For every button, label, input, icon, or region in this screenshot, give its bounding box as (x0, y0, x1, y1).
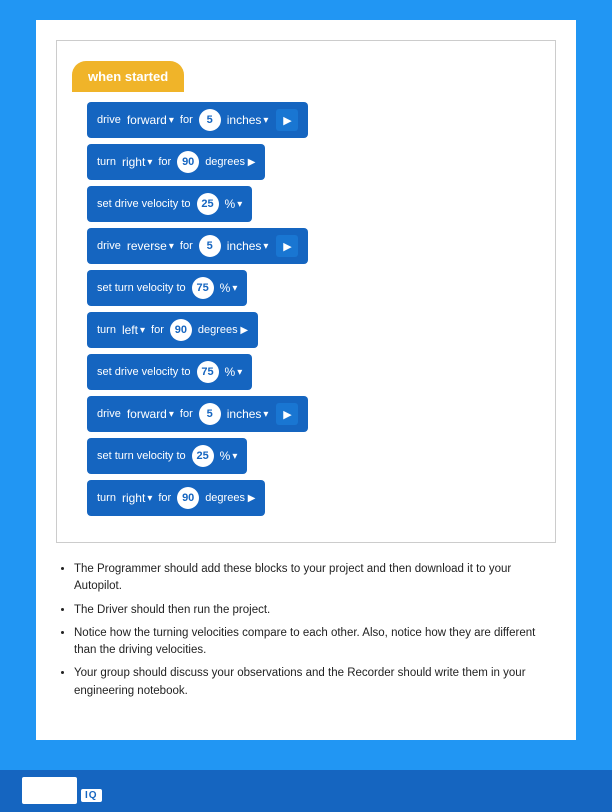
block-row-8: drive forward for 5 inches ▶ (72, 396, 535, 432)
set-turn-vel-block-1[interactable]: set turn velocity to 75 % (87, 270, 247, 306)
bullet-1: The Programmer should add these blocks t… (74, 561, 556, 596)
set-drive-vel-block-2[interactable]: set drive velocity to 75 % (87, 354, 252, 390)
vex-logo: VEXIQ (18, 778, 102, 804)
play-btn-2[interactable]: ▶ (276, 235, 298, 257)
block-row-5: set turn velocity to 75 % (72, 270, 535, 306)
turn-right-block[interactable]: turn right for 90 degrees (87, 144, 265, 180)
val-75-1: 75 (192, 277, 214, 299)
pct-dropdown-1[interactable]: % (225, 197, 243, 211)
block-row-10: turn right for 90 degrees (72, 480, 535, 516)
turn-label-2: turn (97, 324, 116, 336)
val-90-2: 90 (170, 319, 192, 341)
degrees-label-1: degrees (205, 156, 255, 168)
drive-label: drive (97, 114, 121, 126)
for-label-5: for (180, 408, 193, 420)
turn-left-block[interactable]: turn left for 90 degrees (87, 312, 258, 348)
for-label-1: for (180, 114, 193, 126)
direction-dropdown-2[interactable]: reverse (127, 239, 174, 253)
degrees-label-3: degrees (205, 492, 255, 504)
play-btn-1[interactable]: ▶ (276, 109, 298, 131)
pct-dropdown-3[interactable]: % (225, 365, 243, 379)
unit-dropdown-2[interactable]: inches (227, 239, 269, 253)
bullet-4: Your group should discuss your observati… (74, 665, 556, 700)
val-5-3: 5 (199, 403, 221, 425)
block-row-4: drive reverse for 5 inches ▶ (72, 228, 535, 264)
block-row-6: turn left for 90 degrees (72, 312, 535, 348)
main-page: when started drive forward for 5 inches … (36, 20, 576, 740)
info-list: The Programmer should add these blocks t… (56, 561, 556, 700)
pct-dropdown-2[interactable]: % (220, 281, 238, 295)
val-5-1: 5 (199, 109, 221, 131)
play-btn-3[interactable]: ▶ (276, 403, 298, 425)
val-90-1: 90 (177, 151, 199, 173)
block-row-1: drive forward for 5 inches ▶ (72, 102, 535, 138)
drive-forward-block-2[interactable]: drive forward for 5 inches ▶ (87, 396, 308, 432)
drive-label-2: drive (97, 240, 121, 252)
val-75-2: 75 (197, 361, 219, 383)
for-label-2: for (158, 156, 171, 168)
direction-dropdown-1[interactable]: forward (127, 113, 174, 127)
degrees-label-2: degrees (198, 324, 248, 336)
for-label-3: for (180, 240, 193, 252)
set-drive-vel-block-1[interactable]: set drive velocity to 25 % (87, 186, 252, 222)
for-label-6: for (158, 492, 171, 504)
block-row-3: set drive velocity to 25 % (72, 186, 535, 222)
for-label-4: for (151, 324, 164, 336)
when-started-row: when started (72, 61, 535, 96)
block-row-2: turn right for 90 degrees (72, 144, 535, 180)
set-drive-vel-label-2: set drive velocity to (97, 366, 191, 378)
direction-dropdown-3[interactable]: forward (127, 407, 174, 421)
drive-reverse-block[interactable]: drive reverse for 5 inches ▶ (87, 228, 308, 264)
bullet-3: Notice how the turning velocities compar… (74, 625, 556, 660)
set-drive-vel-label-1: set drive velocity to (97, 198, 191, 210)
set-turn-vel-block-2[interactable]: set turn velocity to 25 % (87, 438, 247, 474)
drive-forward-block[interactable]: drive forward for 5 inches ▶ (87, 102, 308, 138)
turn-label-3: turn (97, 492, 116, 504)
iq-badge: IQ (81, 789, 102, 802)
set-turn-vel-label-2: set turn velocity to (97, 450, 186, 462)
footer: VEXIQ (0, 770, 612, 812)
unit-dropdown-1[interactable]: inches (227, 113, 269, 127)
pct-dropdown-4[interactable]: % (220, 449, 238, 463)
val-90-3: 90 (177, 487, 199, 509)
blocks-container: when started drive forward for 5 inches … (56, 40, 556, 543)
turn-dir-dropdown-1[interactable]: right (122, 155, 152, 169)
set-turn-vel-label-1: set turn velocity to (97, 282, 186, 294)
block-row-7: set drive velocity to 75 % (72, 354, 535, 390)
turn-dir-dropdown-3[interactable]: right (122, 491, 152, 505)
when-started-block: when started (72, 61, 184, 92)
val-25-2: 25 (192, 445, 214, 467)
turn-label-1: turn (97, 156, 116, 168)
block-row-9: set turn velocity to 25 % (72, 438, 535, 474)
val-5-2: 5 (199, 235, 221, 257)
bullet-2: The Driver should then run the project. (74, 602, 556, 619)
unit-dropdown-3[interactable]: inches (227, 407, 269, 421)
drive-label-3: drive (97, 408, 121, 420)
val-25-1: 25 (197, 193, 219, 215)
turn-dir-dropdown-2[interactable]: left (122, 323, 145, 337)
turn-right-block-2[interactable]: turn right for 90 degrees (87, 480, 265, 516)
